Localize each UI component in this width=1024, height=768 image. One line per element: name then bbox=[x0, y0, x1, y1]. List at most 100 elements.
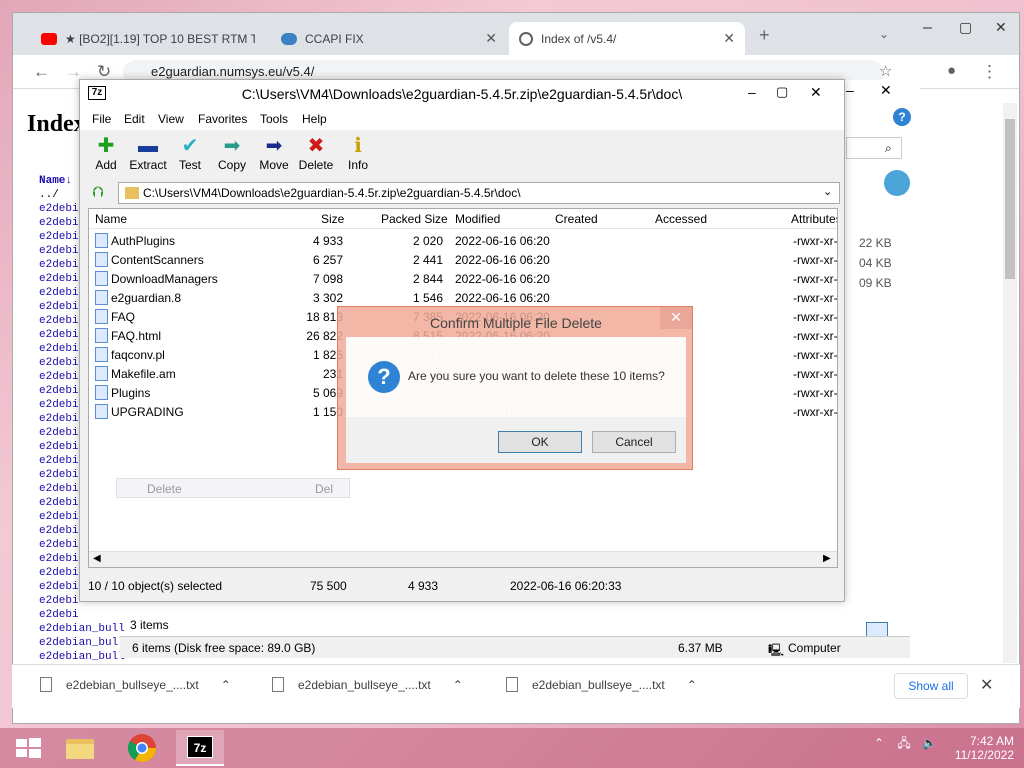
chevron-up-icon[interactable]: ⌃ bbox=[221, 678, 231, 692]
chrome-icon[interactable] bbox=[118, 730, 166, 766]
cell-modified: 2022-06-16 06:20 bbox=[455, 253, 550, 267]
test-button[interactable]: ✔ Test bbox=[166, 134, 214, 172]
menu-tools[interactable]: Tools bbox=[260, 112, 288, 126]
close-icon[interactable]: ✕ bbox=[810, 84, 822, 101]
avatar[interactable]: ● bbox=[947, 62, 956, 79]
menu-file[interactable]: File bbox=[92, 112, 111, 126]
chevron-down-icon[interactable]: ⌄ bbox=[879, 27, 889, 41]
tab-title: Index of /v5.4/ bbox=[541, 31, 617, 46]
taskbar: 7z ⌃ 🖧 🔈 7:42 AM 11/12/2022 bbox=[0, 728, 1024, 768]
back-icon[interactable]: ← bbox=[33, 62, 50, 82]
menu-dots-icon[interactable]: ⋮ bbox=[981, 62, 998, 82]
table-row[interactable]: ContentScanners 6 257 2 441 2022-06-16 06:2… bbox=[89, 250, 837, 269]
status-selected: 10 / 10 object(s) selected bbox=[88, 579, 223, 593]
show-all-button[interactable]: Show all bbox=[894, 673, 968, 699]
column-modified[interactable]: Modified bbox=[455, 212, 500, 226]
tab-title: CCAPI FIX bbox=[305, 31, 364, 46]
volume-icon[interactable]: 🔈 bbox=[922, 736, 937, 750]
tab-index[interactable]: Index of /v5.4/ ✕ bbox=[509, 22, 745, 55]
download-item[interactable]: e2debian_bullseye_....txt ⌃ bbox=[40, 677, 231, 692]
menu-edit[interactable]: Edit bbox=[124, 112, 145, 126]
question-icon: ? bbox=[368, 361, 400, 393]
star-icon[interactable]: ☆ bbox=[879, 62, 892, 80]
listing-link[interactable]: e2debi bbox=[39, 608, 125, 622]
cancel-button[interactable]: Cancel bbox=[592, 431, 676, 453]
list-header: Name Size Packed Size Modified Created A… bbox=[89, 209, 837, 229]
close-tab-icon[interactable]: ✕ bbox=[485, 30, 497, 47]
scrollbar-thumb[interactable] bbox=[1005, 119, 1015, 279]
7zip-taskbar-icon[interactable]: 7z bbox=[176, 730, 224, 766]
cell-attributes: -rwxr-xr- bbox=[793, 291, 838, 305]
chevron-down-icon[interactable]: ⌄ bbox=[823, 185, 832, 198]
clock[interactable]: 7:42 AM 11/12/2022 bbox=[944, 734, 1014, 762]
windows-icon bbox=[16, 738, 41, 758]
maximize-icon[interactable]: ▢ bbox=[959, 19, 972, 36]
horizontal-scrollbar[interactable]: ◀ ▶ bbox=[89, 551, 837, 567]
close-icon[interactable]: ✕ bbox=[880, 82, 892, 99]
plus-icon: ✚ bbox=[97, 135, 115, 157]
chevron-up-icon[interactable]: ⌃ bbox=[453, 678, 463, 692]
help-icon[interactable]: ? bbox=[893, 108, 911, 126]
file-icon bbox=[95, 290, 108, 305]
confirm-delete-dialog: Confirm Multiple File Delete ✕ ? Are you… bbox=[337, 306, 693, 470]
up-folder-icon[interactable]: ⮉ bbox=[92, 184, 103, 201]
close-tab-icon[interactable]: ✕ bbox=[723, 30, 735, 47]
close-icon[interactable]: ✕ bbox=[660, 307, 692, 329]
tab-youtube[interactable]: ★ [BO2][1.19] TOP 10 BEST RTM T bbox=[31, 22, 265, 55]
scroll-right-icon[interactable]: ▶ bbox=[823, 553, 831, 564]
column-attributes[interactable]: Attributes bbox=[791, 212, 837, 226]
download-item[interactable]: e2debian_bullseye_....txt ⌃ bbox=[272, 677, 463, 692]
path-input[interactable]: C:\Users\VM4\Downloads\e2guardian-5.4.5r… bbox=[118, 182, 840, 204]
close-icon[interactable]: ✕ bbox=[995, 19, 1007, 36]
close-icon[interactable]: ✕ bbox=[980, 675, 993, 695]
download-filename: e2debian_bullseye_....txt bbox=[66, 677, 199, 692]
chevron-up-icon[interactable]: ⌃ bbox=[687, 678, 697, 692]
minimize-icon[interactable]: – bbox=[748, 84, 756, 100]
table-row[interactable]: e2guardian.8 3 302 1 546 2022-06-16 06:20 -r… bbox=[89, 288, 838, 307]
column-size[interactable]: Size bbox=[321, 212, 344, 226]
new-tab-icon[interactable]: + bbox=[759, 25, 770, 46]
cell-size: 4 933 bbox=[312, 234, 343, 248]
minimize-icon[interactable]: – bbox=[923, 19, 932, 37]
table-row[interactable]: DownloadManagers 7 098 2 844 2022-06-16 06:… bbox=[89, 269, 837, 288]
listing-link[interactable]: e2debian_bull bbox=[39, 622, 125, 636]
add-button[interactable]: ✚ Add bbox=[82, 134, 130, 172]
menu-view[interactable]: View bbox=[158, 112, 184, 126]
start-button[interactable] bbox=[4, 730, 52, 766]
minimize-icon[interactable]: – bbox=[846, 82, 854, 98]
cell-packed: 2 844 bbox=[412, 272, 443, 286]
tool-label: Add bbox=[95, 158, 117, 172]
file-icon bbox=[95, 404, 108, 419]
move-button[interactable]: ➡ Move bbox=[250, 134, 298, 172]
tool-label: Test bbox=[178, 158, 201, 172]
ok-button[interactable]: OK bbox=[498, 431, 582, 453]
copy-button[interactable]: ➡ Copy bbox=[208, 134, 256, 172]
column-accessed[interactable]: Accessed bbox=[655, 212, 707, 226]
download-item[interactable]: e2debian_bullseye_....txt ⌃ bbox=[506, 677, 697, 692]
listing-link[interactable]: e2debian_bull bbox=[39, 650, 125, 664]
file-explorer-icon[interactable] bbox=[56, 730, 104, 766]
context-menu-delete[interactable]: Delete Del bbox=[116, 478, 350, 498]
explorer-status-bar: 6 items (Disk free space: 89.0 GB) 6.37 … bbox=[120, 636, 910, 658]
cell-name: AuthPlugins bbox=[111, 234, 176, 248]
info-button[interactable]: ℹ Info bbox=[334, 134, 382, 172]
search-box[interactable]: ⌕ bbox=[846, 137, 902, 159]
column-packed-size[interactable]: Packed Size bbox=[381, 212, 448, 226]
globe-icon bbox=[519, 31, 533, 46]
menu-favorites[interactable]: Favorites bbox=[198, 112, 247, 126]
table-row[interactable]: AuthPlugins 4 933 2 020 2022-06-16 06:20 -rw… bbox=[89, 231, 837, 250]
scroll-left-icon[interactable]: ◀ bbox=[93, 553, 101, 564]
time: 7:42 AM bbox=[969, 734, 1014, 748]
chevron-up-icon[interactable]: ⌃ bbox=[874, 736, 884, 750]
column-name[interactable]: Name bbox=[95, 212, 127, 226]
extract-button[interactable]: ▬ Extract bbox=[124, 134, 172, 172]
listing-link[interactable]: e2debian_bull bbox=[39, 636, 125, 650]
cell-name: Makefile.am bbox=[111, 367, 176, 381]
status-packed: 4 933 bbox=[408, 579, 439, 593]
menu-help[interactable]: Help bbox=[302, 112, 327, 126]
tab-ccapi[interactable]: CCAPI FIX ✕ bbox=[271, 22, 507, 55]
network-icon[interactable]: 🖧 bbox=[897, 736, 910, 750]
maximize-icon[interactable]: ▢ bbox=[776, 84, 788, 100]
column-created[interactable]: Created bbox=[555, 212, 598, 226]
delete-button[interactable]: ✖ Delete bbox=[292, 134, 340, 172]
